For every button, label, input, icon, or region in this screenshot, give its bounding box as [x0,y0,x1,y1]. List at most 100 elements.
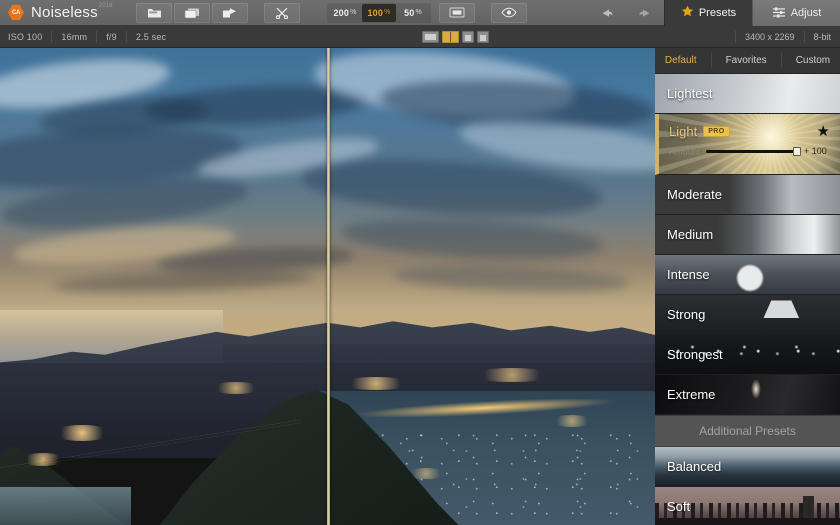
tab-presets-label: Presets [699,7,736,19]
skyline-tower [803,496,814,525]
amount-slider-value: + 100 [804,146,830,156]
exif-aperture: f/9 [97,31,127,43]
undo-button[interactable] [589,3,625,23]
panel-tabs: Presets Adjust [664,0,840,26]
star-icon [681,5,694,21]
zoom-50-button[interactable]: 50% [396,4,430,22]
view-mode-side-b[interactable] [477,31,489,43]
redo-arrow-icon [637,7,653,19]
fit-to-screen-button[interactable] [439,3,475,23]
tab-presets[interactable]: Presets [664,0,752,26]
pro-badge: PRO [703,126,729,137]
zoom-100-label: 100 [367,8,383,18]
amount-slider-track[interactable] [706,150,798,153]
image-dimensions-group: 3400 x 2269 8-bit [735,31,840,43]
toolbar-separator-3 [476,0,490,25]
zoom-200-unit: % [350,9,356,16]
amount-slider-row: Amount + 100 [659,140,840,156]
tab-adjust-label: Adjust [791,7,822,19]
preset-item-moderate[interactable]: Moderate [655,175,840,215]
logo-initials: CA [12,10,20,16]
split-view-divider[interactable] [327,48,330,525]
exif-shutter: 2.5 sec [127,31,175,43]
preset-list[interactable]: Lightest Light PRO ★ Amount + 100 [655,74,840,525]
presets-panel: Default Favorites Custom Lightest Light … [655,48,840,525]
compare-button[interactable] [491,3,527,23]
preset-tab-default[interactable]: Default [651,52,712,69]
noiseless-app-window: CA Noiseless 2016 [0,0,840,525]
view-mode-single[interactable] [422,31,439,43]
redo-button[interactable] [627,3,663,23]
preset-label: Moderate [655,187,722,202]
eye-icon [501,7,517,18]
amount-slider-knob[interactable] [793,147,801,156]
favorite-star-icon[interactable]: ★ [817,124,830,139]
preset-label: Strong [655,307,705,322]
preset-item-strong[interactable]: Strong [655,295,840,335]
zoom-level-selector: 200% 100% 50% [327,3,431,23]
image-bit-depth: 8-bit [804,31,840,43]
crop-button[interactable] [264,3,300,23]
view-mode-side-a[interactable] [462,31,474,43]
hexagon-logo-icon: CA [8,5,24,21]
preset-item-intense[interactable]: Intense [655,255,840,295]
image-canvas[interactable] [0,48,655,525]
preset-label: Light [669,124,697,139]
zoom-100-button[interactable]: 100% [362,4,396,22]
preset-item-soft[interactable]: Soft [655,487,840,525]
tab-adjust[interactable]: Adjust [752,0,840,26]
zoom-200-label: 200 [333,8,349,18]
copy-images-icon [184,7,200,19]
zoom-50-unit: % [415,9,421,16]
view-mode-split[interactable] [442,31,459,43]
view-mode-selector [422,31,489,43]
workspace: Default Favorites Custom Lightest Light … [0,48,840,525]
preset-label: Strongest [655,347,723,362]
preset-label: Extreme [655,387,715,402]
before-half-overlay [0,48,327,525]
image-dimensions: 3400 x 2269 [735,31,804,43]
file-button-group [135,0,249,25]
exif-focal: 16mm [52,31,97,43]
exif-metadata: ISO 100 16mm f/9 2.5 sec [0,26,175,47]
zoom-200-button[interactable]: 200% [328,4,362,22]
preset-label: Balanced [655,459,721,474]
preset-item-strongest[interactable]: Strongest [655,335,840,375]
share-export-icon [222,7,238,19]
photo-preview [0,48,655,525]
scissors-icon [275,7,289,19]
preset-tab-custom[interactable]: Custom [782,52,840,69]
preset-item-light[interactable]: Light PRO ★ Amount + 100 [655,114,840,175]
undo-arrow-icon [599,7,615,19]
preset-tab-favorites[interactable]: Favorites [712,52,782,69]
preset-header-row: Light PRO ★ [659,114,840,140]
crop-button-group [263,0,301,25]
app-title: Noiseless 2016 [31,4,98,21]
preset-label: Soft [655,499,690,514]
preset-item-lightest[interactable]: Lightest [655,74,840,114]
toolbar-separator-1 [249,0,263,25]
app-title-year: 2016 [99,3,113,9]
open-folder-icon [147,7,162,19]
preset-item-medium[interactable]: Medium [655,215,840,255]
history-button-group [588,0,664,25]
app-title-text: Noiseless [31,4,98,21]
preset-item-balanced[interactable]: Balanced [655,447,840,487]
app-logo: CA Noiseless 2016 [0,0,135,25]
preset-label: Lightest [655,86,713,101]
toolbar-spacer [528,0,588,25]
preset-label: Intense [655,267,710,282]
share-export-button[interactable] [212,3,248,23]
duplicate-image-button[interactable] [174,3,210,23]
zoom-50-label: 50 [404,8,414,18]
top-toolbar: CA Noiseless 2016 [0,0,840,26]
open-image-button[interactable] [136,3,172,23]
compare-button-group [490,0,528,25]
additional-presets-header: Additional Presets [655,415,840,447]
toolbar-separator-2 [301,0,315,25]
fit-screen-icon [449,7,465,18]
zoom-button-group: 200% 100% 50% [315,0,476,25]
amount-slider-label: Amount [669,146,700,156]
preset-item-extreme[interactable]: Extreme [655,375,840,415]
sliders-icon [772,6,786,21]
